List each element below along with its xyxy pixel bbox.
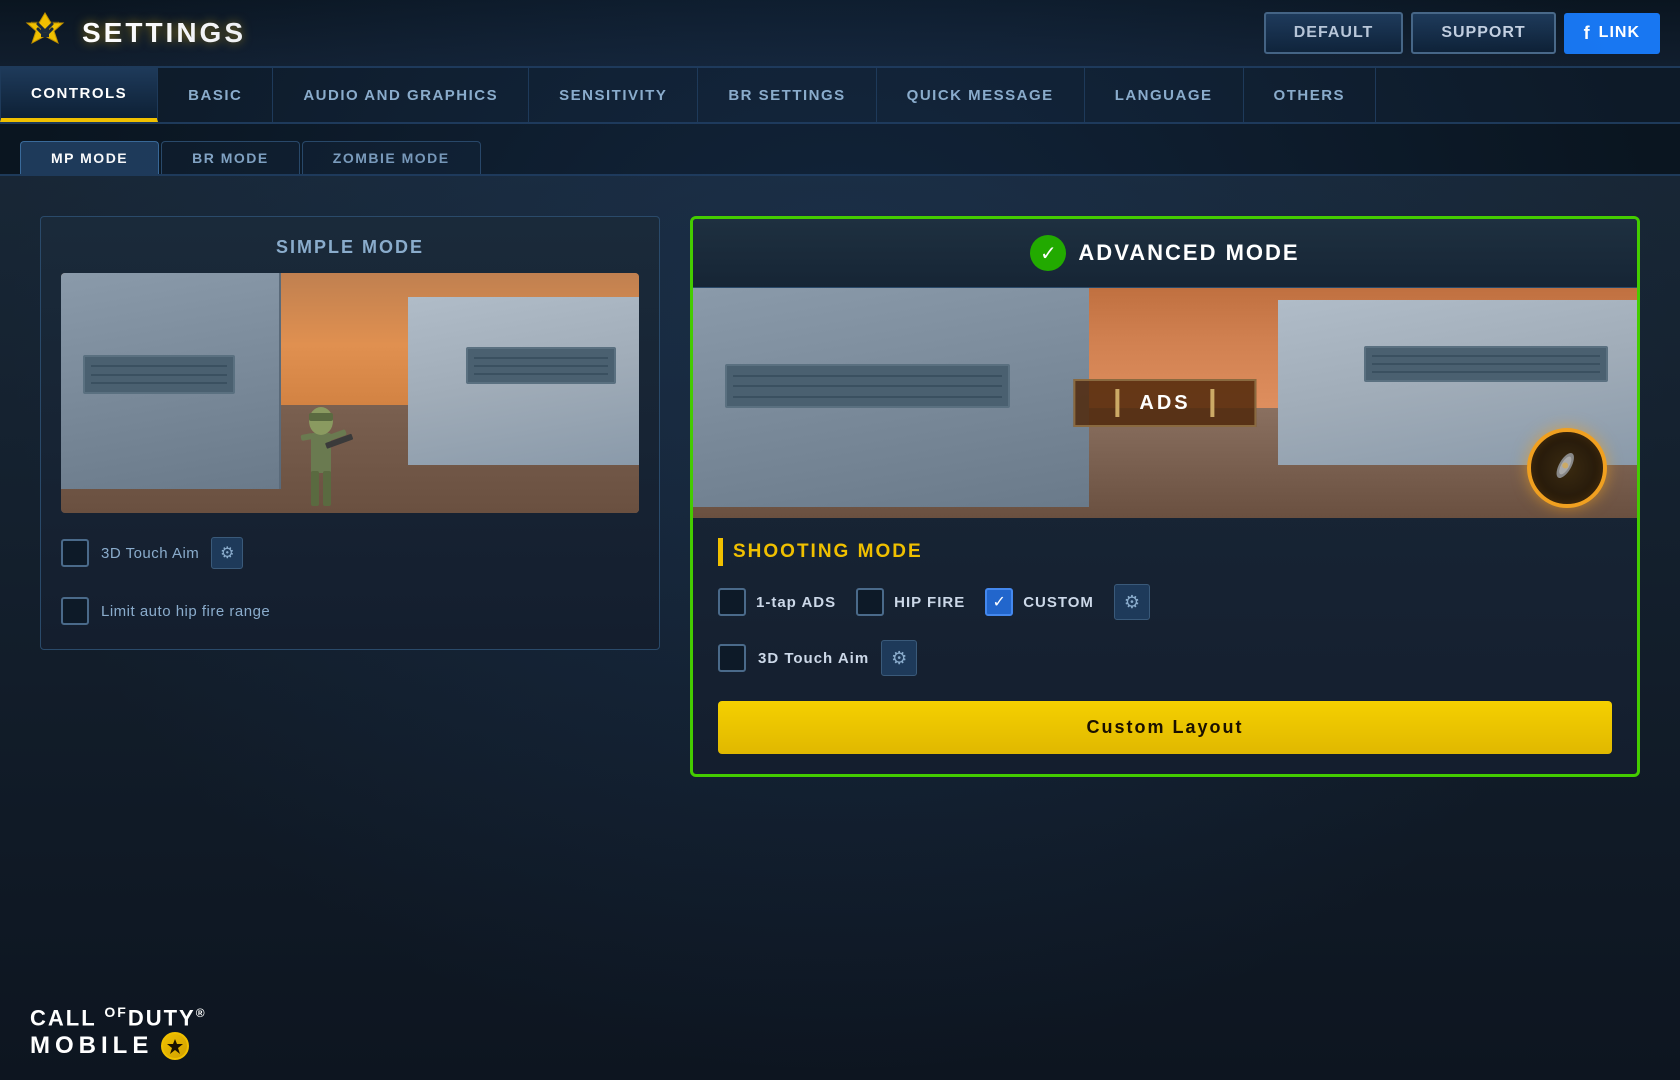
tab-audio-graphics[interactable]: AUDIO AND GRAPHICS (273, 68, 529, 122)
subtab-zombie-mode[interactable]: ZOMBIE MODE (302, 141, 481, 174)
option-limit-hip-label: Limit auto hip fire range (101, 603, 270, 620)
shooting-mode-title: SHOOTING MODE (733, 541, 923, 563)
tab-quick-message[interactable]: QUICK MESSAGE (877, 68, 1085, 122)
weapon-icon (1538, 438, 1596, 499)
tab-language[interactable]: LANGUAGE (1085, 68, 1244, 122)
advanced-mode-panel: ✓ ADVANCED MODE (690, 216, 1640, 777)
tab-language-label: LANGUAGE (1115, 87, 1213, 104)
subtab-br-mode[interactable]: BR MODE (161, 141, 300, 174)
checkbox-custom[interactable]: ✓ (985, 588, 1013, 616)
tab-controls-label: CONTROLS (31, 85, 127, 102)
simple-mode-preview (61, 273, 639, 513)
option-limit-hip: Limit auto hip fire range (61, 593, 639, 629)
tab-audio-graphics-label: AUDIO AND GRAPHICS (303, 87, 498, 104)
cod-logo: CALL OFDUTY® MOBILE (30, 1005, 207, 1060)
tab-others[interactable]: OTHERS (1244, 68, 1377, 122)
advanced-mode-preview: ADS (693, 288, 1637, 518)
label-1tap-ads: 1-tap ADS (756, 594, 836, 611)
cod-mobile-text: MOBILE (30, 1032, 153, 1060)
label-3d-touch-advanced: 3D Touch Aim (758, 650, 869, 667)
simple-mode-panel: SIMPLE MODE (40, 216, 660, 650)
option-3d-touch-advanced: 3D Touch Aim ⚙ (718, 640, 1612, 676)
checkbox-1tap-ads[interactable] (718, 588, 746, 616)
subtab-mp-mode-label: MP MODE (51, 150, 128, 166)
gear-3d-touch-simple[interactable]: ⚙ (211, 537, 243, 569)
sub-tabs: MP MODE BR MODE ZOMBIE MODE (0, 124, 1680, 176)
top-bar: SETTINGS DEFAULT SUPPORT f LINK (0, 0, 1680, 68)
shooting-mode-yellow-bar (718, 538, 723, 566)
gear-custom-settings[interactable]: ⚙ (1114, 584, 1150, 620)
weapon-circle (1527, 428, 1607, 508)
link-label: LINK (1599, 24, 1640, 42)
tab-sensitivity[interactable]: SENSITIVITY (529, 68, 698, 122)
gear-3d-touch-advanced[interactable]: ⚙ (881, 640, 917, 676)
shooting-mode-header: SHOOTING MODE (718, 538, 1612, 566)
logo-area: SETTINGS (20, 8, 246, 58)
nav-tabs: CONTROLS BASIC AUDIO AND GRAPHICS SENSIT… (0, 68, 1680, 124)
label-custom: CUSTOM (1023, 594, 1094, 611)
ads-text: ADS (1139, 392, 1190, 415)
advanced-mode-check-icon: ✓ (1030, 235, 1066, 271)
vent-right (466, 347, 616, 384)
option-1tap-ads: 1-tap ADS (718, 588, 836, 616)
label-hip-fire: HIP FIRE (894, 594, 965, 611)
advanced-mode-header: ✓ ADVANCED MODE (693, 219, 1637, 288)
tab-br-settings-label: BR SETTINGS (728, 87, 845, 104)
option-hip-fire: HIP FIRE (856, 588, 965, 616)
checkbox-3d-touch-advanced[interactable] (718, 644, 746, 672)
link-button[interactable]: f LINK (1564, 13, 1660, 54)
vent-left (83, 355, 235, 394)
tab-br-settings[interactable]: BR SETTINGS (698, 68, 876, 122)
settings-title: SETTINGS (82, 17, 246, 49)
checkbox-3d-touch-simple[interactable] (61, 539, 89, 567)
option-3d-touch-simple: 3D Touch Aim ⚙ (61, 533, 639, 573)
subtab-mp-mode[interactable]: MP MODE (20, 141, 159, 174)
building-right (408, 297, 639, 465)
tab-basic-label: BASIC (188, 87, 242, 104)
advanced-content: SHOOTING MODE 1-tap ADS HIP FIRE ✓ CUSTO… (693, 518, 1637, 774)
content-area: SIMPLE MODE (0, 176, 1680, 1080)
cod-logo-text: CALL OFDUTY® MOBILE (30, 1005, 207, 1060)
top-right-buttons: DEFAULT SUPPORT f LINK (1264, 12, 1660, 54)
facebook-icon: f (1584, 23, 1591, 44)
soldier (286, 383, 356, 513)
custom-layout-button[interactable]: Custom Layout (718, 701, 1612, 754)
adv-vent-right (1364, 346, 1608, 382)
option-3d-touch-label-simple: 3D Touch Aim (101, 545, 199, 562)
simple-mode-title: SIMPLE MODE (61, 237, 639, 258)
advanced-mode-title: ADVANCED MODE (1078, 240, 1299, 266)
support-button[interactable]: SUPPORT (1411, 12, 1555, 54)
building-left (61, 273, 281, 489)
adv-vent-left (725, 364, 1010, 408)
shooting-options-row: 1-tap ADS HIP FIRE ✓ CUSTOM ⚙ (718, 584, 1612, 620)
cod-emblem (161, 1032, 189, 1060)
tab-controls[interactable]: CONTROLS (0, 68, 158, 122)
subtab-zombie-mode-label: ZOMBIE MODE (333, 150, 450, 166)
subtab-br-mode-label: BR MODE (192, 150, 269, 166)
ads-label: ADS (1073, 379, 1256, 427)
cod-mobile-row: MOBILE (30, 1032, 207, 1060)
settings-logo-icon (20, 8, 70, 58)
adv-building-left (693, 288, 1089, 507)
checkbox-hip-fire[interactable] (856, 588, 884, 616)
tab-others-label: OTHERS (1274, 87, 1346, 104)
cod-title: CALL OFDUTY® (30, 1005, 207, 1029)
default-button[interactable]: DEFAULT (1264, 12, 1404, 54)
ads-sidebar-right (1211, 389, 1215, 417)
tab-sensitivity-label: SENSITIVITY (559, 87, 667, 104)
tab-basic[interactable]: BASIC (158, 68, 273, 122)
checkbox-limit-hip[interactable] (61, 597, 89, 625)
ads-sidebar-left (1115, 389, 1119, 417)
tab-quick-message-label: QUICK MESSAGE (907, 87, 1054, 104)
option-custom: ✓ CUSTOM (985, 588, 1094, 616)
